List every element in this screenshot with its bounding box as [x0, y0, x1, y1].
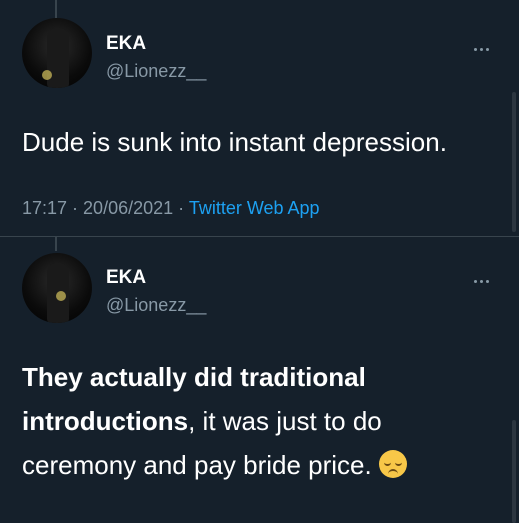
author-handle[interactable]: @Lionezz__	[106, 295, 206, 316]
tweet-text: Dude is sunk into instant depression.	[22, 127, 447, 157]
avatar[interactable]	[22, 253, 92, 323]
author-name[interactable]: EKA	[106, 33, 146, 55]
avatar-light	[56, 291, 66, 301]
meta-separator: ·	[67, 198, 84, 218]
tweet-text: They actually did traditional introducti…	[22, 355, 502, 487]
avatar-figure	[47, 28, 69, 88]
scrollbar-lower[interactable]	[512, 420, 516, 523]
tweet-1[interactable]: EKA @Lionezz__ Dude is sunk into instant…	[0, 0, 519, 236]
more-options-icon[interactable]	[474, 270, 498, 283]
thread-line	[55, 237, 57, 251]
tweet-source[interactable]: Twitter Web App	[189, 198, 320, 218]
thread-line	[55, 0, 57, 18]
tweet-time[interactable]: 17:17	[22, 198, 67, 218]
avatar[interactable]	[22, 18, 92, 88]
more-options-icon[interactable]	[474, 38, 498, 51]
author-handle[interactable]: @Lionezz__	[106, 61, 206, 82]
meta-separator: ·	[173, 198, 189, 218]
author-name[interactable]: EKA	[106, 267, 146, 289]
pensive-face-icon	[378, 450, 407, 478]
tweet-2[interactable]: EKA @Lionezz__ They actually did traditi…	[0, 237, 519, 523]
tweet-meta: 17:17 · 20/06/2021 · Twitter Web App	[22, 198, 320, 219]
tweet-date[interactable]: 20/06/2021	[83, 198, 173, 218]
scrollbar-upper[interactable]	[512, 92, 516, 232]
avatar-light	[42, 70, 52, 80]
